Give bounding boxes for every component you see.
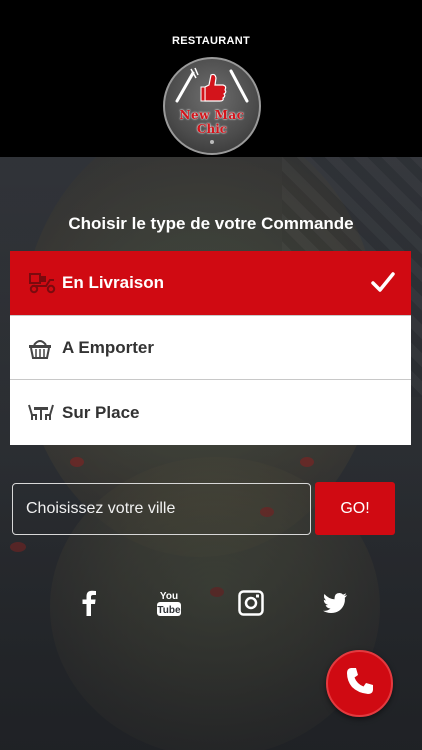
order-option-dine-in[interactable]: Sur Place xyxy=(10,380,411,445)
twitter-icon[interactable] xyxy=(320,588,350,618)
restaurant-label: RESTAURANT xyxy=(172,35,250,47)
basket-icon xyxy=(28,336,58,360)
restaurant-logo: New Mac Chic xyxy=(163,57,261,155)
dining-table-icon xyxy=(28,401,58,425)
order-type-title: Choisir le type de votre Commande xyxy=(68,214,354,233)
app-header: RESTAURANT New Mac Chic xyxy=(0,0,422,157)
delivery-scooter-icon xyxy=(28,271,58,295)
facebook-icon[interactable] xyxy=(74,588,104,618)
call-button[interactable] xyxy=(326,650,393,717)
instagram-icon[interactable] xyxy=(236,588,266,618)
youtube-icon[interactable]: You Tube xyxy=(154,588,184,618)
phone-icon xyxy=(344,665,376,702)
order-option-label: En Livraison xyxy=(62,273,165,292)
order-option-label: A Emporter xyxy=(62,337,154,357)
order-type-list: En Livraison A Emporter Sur Place xyxy=(10,251,411,445)
svg-text:Tube: Tube xyxy=(157,605,181,616)
order-option-takeaway[interactable]: A Emporter xyxy=(10,316,411,380)
logo-name-line1: New Mac xyxy=(179,108,245,122)
city-input[interactable] xyxy=(12,483,311,535)
svg-text:You: You xyxy=(160,591,178,602)
checkmark-icon xyxy=(371,271,395,298)
order-option-label: Sur Place xyxy=(62,402,140,422)
logo-name-line2: Chic xyxy=(196,122,228,136)
order-option-delivery[interactable]: En Livraison xyxy=(10,251,411,316)
go-button[interactable]: GO! xyxy=(315,482,395,535)
thumbs-up-fork-knife-logo-icon xyxy=(175,67,249,144)
